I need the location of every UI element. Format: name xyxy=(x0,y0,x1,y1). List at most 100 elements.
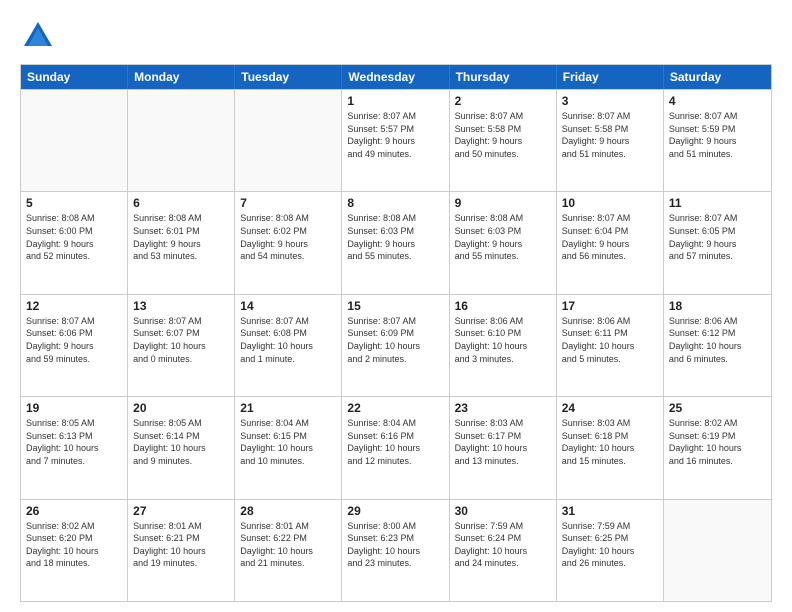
cal-cell: 10 Sunrise: 8:07 AM Sunset: 6:04 PM Dayli… xyxy=(557,192,664,293)
day-number: 24 xyxy=(562,401,658,415)
day-info: Sunrise: 8:08 AM Sunset: 6:03 PM Dayligh… xyxy=(347,212,443,262)
header-day-thursday: Thursday xyxy=(450,65,557,89)
header-day-friday: Friday xyxy=(557,65,664,89)
day-info: Sunrise: 8:03 AM Sunset: 6:18 PM Dayligh… xyxy=(562,417,658,467)
header-day-monday: Monday xyxy=(128,65,235,89)
cal-cell: 2 Sunrise: 8:07 AM Sunset: 5:58 PM Daylig… xyxy=(450,90,557,191)
cal-cell: 28 Sunrise: 8:01 AM Sunset: 6:22 PM Dayli… xyxy=(235,500,342,601)
day-info: Sunrise: 8:07 AM Sunset: 6:07 PM Dayligh… xyxy=(133,315,229,365)
day-number: 12 xyxy=(26,299,122,313)
cal-cell: 24 Sunrise: 8:03 AM Sunset: 6:18 PM Dayli… xyxy=(557,397,664,498)
cal-cell: 30 Sunrise: 7:59 AM Sunset: 6:24 PM Dayli… xyxy=(450,500,557,601)
day-number: 21 xyxy=(240,401,336,415)
cal-cell: 31Sunrise: 7:59 AM Sunset: 6:25 PM Dayli… xyxy=(557,500,664,601)
calendar: SundayMondayTuesdayWednesdayThursdayFrid… xyxy=(20,64,772,602)
week-row-1: 5 Sunrise: 8:08 AM Sunset: 6:00 PM Daylig… xyxy=(21,191,771,293)
day-number: 5 xyxy=(26,196,122,210)
day-number: 19 xyxy=(26,401,122,415)
cal-cell: 16 Sunrise: 8:06 AM Sunset: 6:10 PM Dayli… xyxy=(450,295,557,396)
cal-cell: 19 Sunrise: 8:05 AM Sunset: 6:13 PM Dayli… xyxy=(21,397,128,498)
day-number: 30 xyxy=(455,504,551,518)
day-info: Sunrise: 8:02 AM Sunset: 6:19 PM Dayligh… xyxy=(669,417,766,467)
day-number: 4 xyxy=(669,94,766,108)
day-number: 15 xyxy=(347,299,443,313)
cal-cell: 8Sunrise: 8:08 AM Sunset: 6:03 PM Daylig… xyxy=(342,192,449,293)
cal-cell: 26 Sunrise: 8:02 AM Sunset: 6:20 PM Dayli… xyxy=(21,500,128,601)
day-number: 31 xyxy=(562,504,658,518)
day-number: 27 xyxy=(133,504,229,518)
logo xyxy=(20,18,62,54)
week-row-4: 26 Sunrise: 8:02 AM Sunset: 6:20 PM Dayli… xyxy=(21,499,771,601)
day-number: 23 xyxy=(455,401,551,415)
day-info: Sunrise: 8:08 AM Sunset: 6:03 PM Dayligh… xyxy=(455,212,551,262)
day-info: Sunrise: 8:06 AM Sunset: 6:10 PM Dayligh… xyxy=(455,315,551,365)
day-number: 6 xyxy=(133,196,229,210)
header-day-wednesday: Wednesday xyxy=(342,65,449,89)
day-info: Sunrise: 8:07 AM Sunset: 6:08 PM Dayligh… xyxy=(240,315,336,365)
day-number: 18 xyxy=(669,299,766,313)
day-number: 25 xyxy=(669,401,766,415)
cal-cell: 3Sunrise: 8:07 AM Sunset: 5:58 PM Daylig… xyxy=(557,90,664,191)
day-info: Sunrise: 8:07 AM Sunset: 6:04 PM Dayligh… xyxy=(562,212,658,262)
day-number: 3 xyxy=(562,94,658,108)
cal-cell: 12 Sunrise: 8:07 AM Sunset: 6:06 PM Dayli… xyxy=(21,295,128,396)
day-number: 13 xyxy=(133,299,229,313)
day-info: Sunrise: 8:07 AM Sunset: 6:09 PM Dayligh… xyxy=(347,315,443,365)
day-number: 14 xyxy=(240,299,336,313)
day-info: Sunrise: 8:07 AM Sunset: 5:58 PM Dayligh… xyxy=(455,110,551,160)
cal-cell: 5 Sunrise: 8:08 AM Sunset: 6:00 PM Daylig… xyxy=(21,192,128,293)
cal-cell xyxy=(128,90,235,191)
day-number: 28 xyxy=(240,504,336,518)
header-day-saturday: Saturday xyxy=(664,65,771,89)
cal-cell: 14 Sunrise: 8:07 AM Sunset: 6:08 PM Dayli… xyxy=(235,295,342,396)
day-number: 26 xyxy=(26,504,122,518)
logo-icon xyxy=(20,18,56,54)
day-info: Sunrise: 8:07 AM Sunset: 6:05 PM Dayligh… xyxy=(669,212,766,262)
calendar-header-row: SundayMondayTuesdayWednesdayThursdayFrid… xyxy=(21,65,771,89)
week-row-2: 12 Sunrise: 8:07 AM Sunset: 6:06 PM Dayli… xyxy=(21,294,771,396)
day-number: 22 xyxy=(347,401,443,415)
week-row-3: 19 Sunrise: 8:05 AM Sunset: 6:13 PM Dayli… xyxy=(21,396,771,498)
day-number: 10 xyxy=(562,196,658,210)
cal-cell: 7Sunrise: 8:08 AM Sunset: 6:02 PM Daylig… xyxy=(235,192,342,293)
cal-cell: 6Sunrise: 8:08 AM Sunset: 6:01 PM Daylig… xyxy=(128,192,235,293)
cal-cell: 17Sunrise: 8:06 AM Sunset: 6:11 PM Dayli… xyxy=(557,295,664,396)
cal-cell: 9 Sunrise: 8:08 AM Sunset: 6:03 PM Daylig… xyxy=(450,192,557,293)
day-info: Sunrise: 7:59 AM Sunset: 6:24 PM Dayligh… xyxy=(455,520,551,570)
cal-cell: 21 Sunrise: 8:04 AM Sunset: 6:15 PM Dayli… xyxy=(235,397,342,498)
day-info: Sunrise: 8:05 AM Sunset: 6:14 PM Dayligh… xyxy=(133,417,229,467)
cal-cell: 23Sunrise: 8:03 AM Sunset: 6:17 PM Dayli… xyxy=(450,397,557,498)
day-info: Sunrise: 8:00 AM Sunset: 6:23 PM Dayligh… xyxy=(347,520,443,570)
day-info: Sunrise: 8:08 AM Sunset: 6:00 PM Dayligh… xyxy=(26,212,122,262)
cal-cell: 25 Sunrise: 8:02 AM Sunset: 6:19 PM Dayli… xyxy=(664,397,771,498)
header-day-sunday: Sunday xyxy=(21,65,128,89)
cal-cell: 22 Sunrise: 8:04 AM Sunset: 6:16 PM Dayli… xyxy=(342,397,449,498)
day-number: 2 xyxy=(455,94,551,108)
week-row-0: 1 Sunrise: 8:07 AM Sunset: 5:57 PM Daylig… xyxy=(21,89,771,191)
header-day-tuesday: Tuesday xyxy=(235,65,342,89)
cal-cell xyxy=(21,90,128,191)
day-info: Sunrise: 8:01 AM Sunset: 6:22 PM Dayligh… xyxy=(240,520,336,570)
cal-cell: 20Sunrise: 8:05 AM Sunset: 6:14 PM Dayli… xyxy=(128,397,235,498)
cal-cell: 15 Sunrise: 8:07 AM Sunset: 6:09 PM Dayli… xyxy=(342,295,449,396)
day-info: Sunrise: 8:06 AM Sunset: 6:11 PM Dayligh… xyxy=(562,315,658,365)
day-info: Sunrise: 8:04 AM Sunset: 6:16 PM Dayligh… xyxy=(347,417,443,467)
day-info: Sunrise: 8:07 AM Sunset: 6:06 PM Dayligh… xyxy=(26,315,122,365)
day-number: 9 xyxy=(455,196,551,210)
day-info: Sunrise: 8:06 AM Sunset: 6:12 PM Dayligh… xyxy=(669,315,766,365)
day-number: 11 xyxy=(669,196,766,210)
day-info: Sunrise: 8:02 AM Sunset: 6:20 PM Dayligh… xyxy=(26,520,122,570)
cal-cell xyxy=(664,500,771,601)
cal-cell: 1 Sunrise: 8:07 AM Sunset: 5:57 PM Daylig… xyxy=(342,90,449,191)
day-number: 16 xyxy=(455,299,551,313)
cal-cell: 18 Sunrise: 8:06 AM Sunset: 6:12 PM Dayli… xyxy=(664,295,771,396)
cal-cell: 29Sunrise: 8:00 AM Sunset: 6:23 PM Dayli… xyxy=(342,500,449,601)
calendar-body: 1 Sunrise: 8:07 AM Sunset: 5:57 PM Daylig… xyxy=(21,89,771,601)
day-number: 1 xyxy=(347,94,443,108)
day-info: Sunrise: 8:04 AM Sunset: 6:15 PM Dayligh… xyxy=(240,417,336,467)
cal-cell: 13 Sunrise: 8:07 AM Sunset: 6:07 PM Dayli… xyxy=(128,295,235,396)
day-info: Sunrise: 8:07 AM Sunset: 5:57 PM Dayligh… xyxy=(347,110,443,160)
day-info: Sunrise: 8:05 AM Sunset: 6:13 PM Dayligh… xyxy=(26,417,122,467)
day-info: Sunrise: 8:07 AM Sunset: 5:59 PM Dayligh… xyxy=(669,110,766,160)
cal-cell: 11 Sunrise: 8:07 AM Sunset: 6:05 PM Dayli… xyxy=(664,192,771,293)
